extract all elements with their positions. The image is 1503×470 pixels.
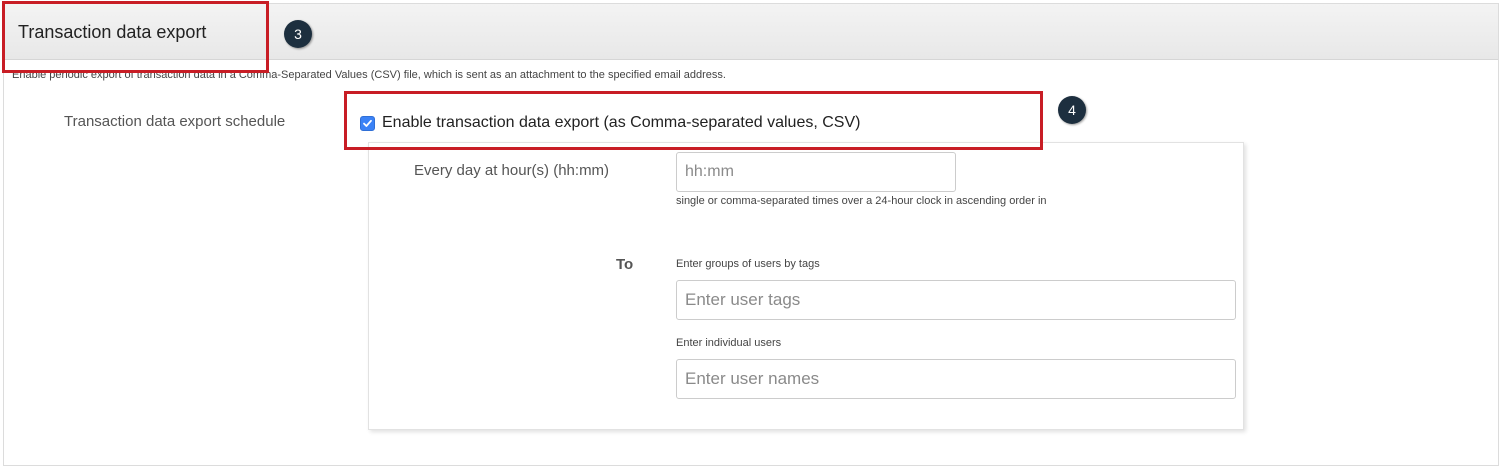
checkmark-icon	[363, 119, 372, 127]
time-help-text: single or comma-separated times over a 2…	[676, 195, 1047, 207]
schedule-label: Transaction data export schedule	[64, 113, 286, 130]
enable-export-checkbox[interactable]	[360, 115, 375, 131]
callout-badge-3: 3	[284, 20, 312, 48]
time-label: Every day at hour(s) (hh:mm)	[414, 162, 610, 179]
schedule-settings-panel: Every day at hour(s) (hh:mm) single or c…	[368, 142, 1244, 430]
enable-export-label: Enable transaction data export (as Comma…	[382, 114, 861, 131]
section-title: Transaction data export	[18, 22, 207, 42]
to-label: To	[616, 256, 634, 273]
callout-badge-4: 4	[1058, 96, 1086, 124]
settings-panel: Transaction data export Enable periodic …	[3, 3, 1499, 466]
user-tags-input[interactable]	[676, 280, 1236, 320]
user-names-input[interactable]	[676, 359, 1236, 399]
section-description: Enable periodic export of transaction da…	[12, 69, 726, 81]
tags-caption: Enter groups of users by tags	[676, 258, 820, 270]
users-caption: Enter individual users	[676, 337, 782, 349]
time-input[interactable]	[676, 152, 956, 192]
enable-export-checkbox-row[interactable]: Enable transaction data export (as Comma…	[360, 114, 860, 132]
section-header: Transaction data export	[4, 4, 1498, 60]
